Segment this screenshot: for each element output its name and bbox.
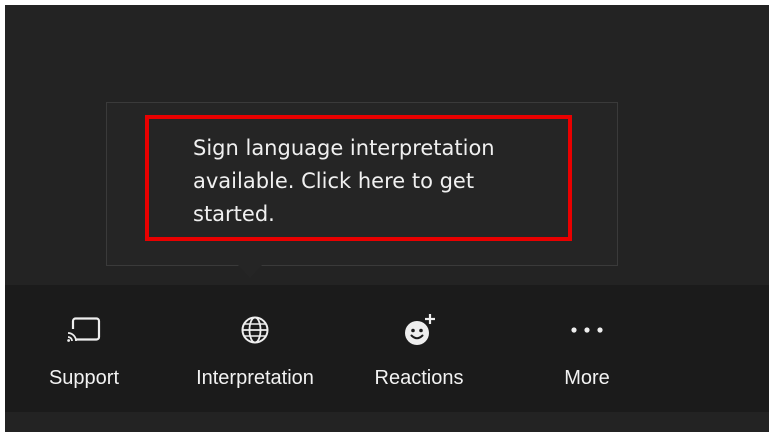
reactions-label: Reactions [374,367,464,389]
cast-screen-icon [32,312,136,348]
tooltip-message[interactable]: Sign language interpretation available. … [193,132,553,231]
support-label: Support [48,367,120,389]
support-button[interactable]: Support [32,300,136,400]
smiley-add-icon [364,312,474,348]
interpretation-label: Interpretation [196,367,314,389]
more-button[interactable]: More [548,300,626,400]
globe-icon [177,312,333,348]
interpretation-button[interactable]: Interpretation [177,300,333,400]
toolbar-bottom-strip [5,412,769,432]
more-ellipsis-icon [548,312,626,348]
tooltip-pointer-arrow [238,265,262,278]
reactions-button[interactable]: Reactions [364,300,474,400]
more-label: More [564,367,610,389]
